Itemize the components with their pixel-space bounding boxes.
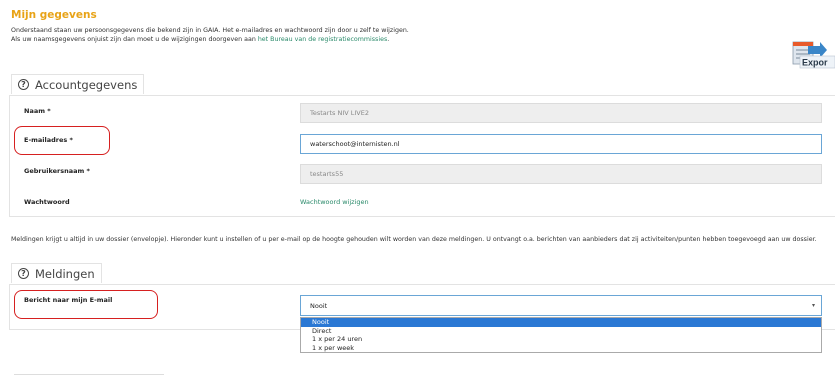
option-weekly[interactable]: 1 x per week xyxy=(301,344,821,353)
password-label: Wachtwoord xyxy=(24,198,70,206)
change-password-link[interactable]: Wachtwoord wijzigen xyxy=(300,198,369,206)
name-field: Testarts NIV LIVE2 xyxy=(300,103,822,123)
username-field: testarts55 xyxy=(300,164,822,184)
email-field[interactable]: waterschoot@internisten.nl xyxy=(300,134,822,154)
option-daily[interactable]: 1 x per 24 uren xyxy=(301,335,821,344)
help-icon[interactable]: ? xyxy=(18,79,29,90)
name-label: Naam * xyxy=(24,107,51,115)
highlight-mark-notification xyxy=(14,290,158,319)
option-never[interactable]: Nooit xyxy=(301,318,821,327)
chevron-down-icon: ▾ xyxy=(811,302,815,309)
notifications-description: Meldingen krijgt u altijd in uw dossier … xyxy=(11,236,817,243)
help-icon[interactable]: ? xyxy=(18,268,29,279)
registration-bureau-link[interactable]: het Bureau van de registratiecommissies xyxy=(258,36,387,43)
intro-text: Onderstaand staan uw persoonsgegevens di… xyxy=(11,26,781,44)
username-label: Gebruikersnaam * xyxy=(24,167,90,175)
export-icon[interactable]: Expor xyxy=(790,40,835,72)
intro-line-2: Als uw naamsgegevens onjuist zijn dan mo… xyxy=(11,36,390,43)
option-direct[interactable]: Direct xyxy=(301,327,821,336)
page-title: Mijn gegevens xyxy=(11,9,97,21)
notifications-heading: Meldingen xyxy=(35,266,95,281)
intro-line-1: Onderstaand staan uw persoonsgegevens di… xyxy=(11,27,409,34)
email-notification-select[interactable]: Nooit ▾ xyxy=(300,295,822,316)
svg-text:Expor: Expor xyxy=(802,58,828,68)
frequency-options: Nooit Direct 1 x per 24 uren 1 x per wee… xyxy=(300,317,822,353)
notifications-legend: ? Meldingen xyxy=(11,263,102,283)
divider xyxy=(14,374,164,375)
email-label: E-mailadres * xyxy=(24,136,73,144)
account-heading: Accountgegevens xyxy=(35,77,138,92)
email-notification-label: Bericht naar mijn E-mail xyxy=(24,296,113,304)
account-legend: ? Accountgegevens xyxy=(11,74,145,94)
